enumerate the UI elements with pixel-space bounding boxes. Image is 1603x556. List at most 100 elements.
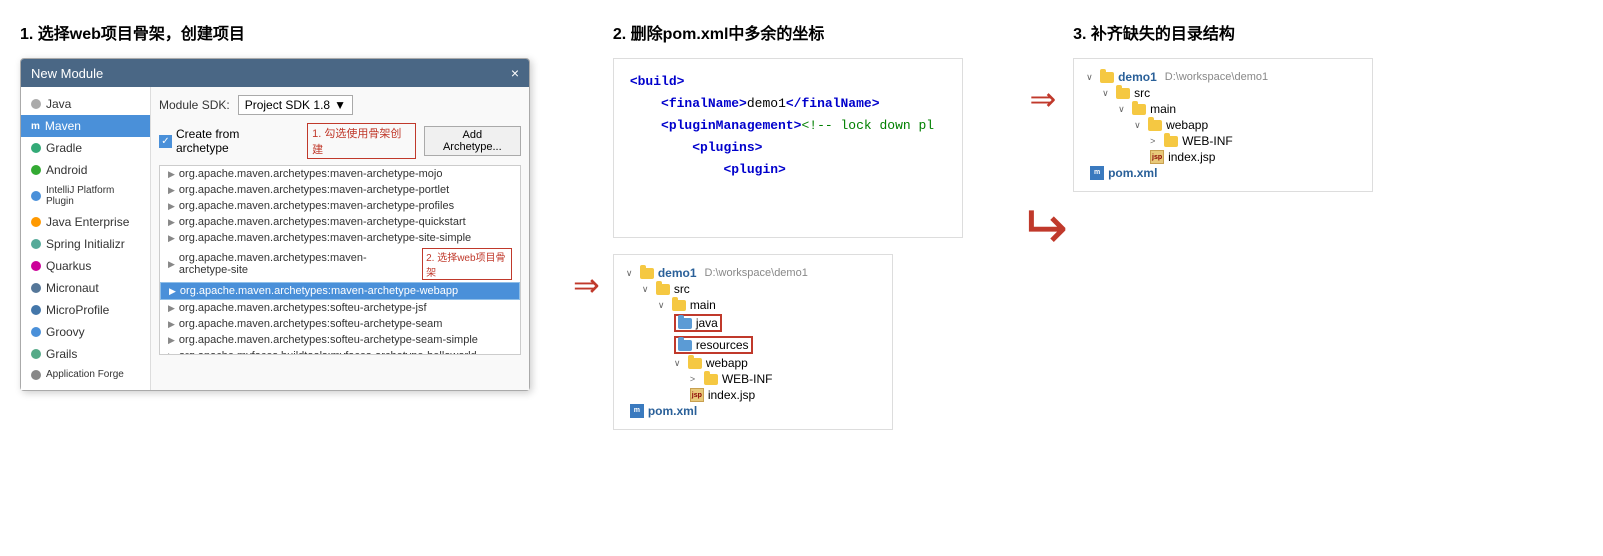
expand-icon: ▶ [168, 217, 175, 228]
tree2-webapp-label: webapp [706, 356, 748, 370]
sidebar-label-intellij: IntelliJ Platform Plugin [46, 185, 140, 207]
sidebar-item-gradle[interactable]: Gradle [21, 137, 150, 159]
tree2-root: ∨ demo1 D:\workspace\demo1 [626, 265, 880, 281]
sidebar-item-appforge[interactable]: Application Forge [21, 365, 150, 384]
archetype-label: org.apache.maven.archetypes:maven-archet… [179, 216, 466, 228]
archetype-item-site-simple[interactable]: ▶ org.apache.maven.archetypes:maven-arch… [160, 230, 520, 246]
folder-icon [704, 374, 718, 385]
sidebar-item-micronaut[interactable]: Micronaut [21, 277, 150, 299]
archetype-item-softeu-jsf[interactable]: ▶ org.apache.maven.archetypes:softeu-arc… [160, 300, 520, 316]
archetype-item-portlet[interactable]: ▶ org.apache.maven.archetypes:maven-arch… [160, 182, 520, 198]
micronaut-icon [31, 283, 41, 293]
sidebar-label-appforge: Application Forge [46, 369, 124, 380]
chevron-right-icon: > [690, 374, 700, 384]
xml-line-5: <plugin> [630, 159, 946, 181]
chevron-down-icon: ∨ [658, 300, 668, 311]
sidebar-item-quarkus[interactable]: Quarkus [21, 255, 150, 277]
sdk-label: Module SDK: [159, 98, 230, 112]
tree2-root-label: demo1 [658, 266, 697, 280]
create-from-archetype-checkbox[interactable]: Create from archetype [159, 127, 293, 155]
file-tree-2: ∨ demo1 D:\workspace\demo1 ∨ src ∨ main [613, 254, 893, 430]
folder-icon [1132, 104, 1146, 115]
close-icon[interactable]: × [511, 65, 519, 81]
tree1-root-path: D:\workspace\demo1 [1165, 71, 1268, 83]
tree1-indexjsp: jsp index.jsp [1086, 149, 1360, 165]
archetype-item-softeu-seam-simple[interactable]: ▶ org.apache.maven.archetypes:softeu-arc… [160, 332, 520, 348]
dialog-body: Java m Maven Gradle Android [21, 87, 529, 390]
folder-icon [640, 268, 654, 279]
spring-icon [31, 239, 41, 249]
checkbox-checked-icon [159, 135, 172, 148]
sidebar-item-java[interactable]: Java [21, 93, 150, 115]
sidebar-label-gradle: Gradle [46, 141, 82, 155]
groovy-icon [31, 327, 41, 337]
folder-icon [1164, 136, 1178, 147]
xml-code-block: <build> <finalName>demo1</finalName> <pl… [613, 58, 963, 238]
tree2-src: ∨ src [626, 281, 880, 297]
annotation1: 1. 勾选使用骨架创建 [307, 123, 416, 159]
folder-icon [656, 284, 670, 295]
archetype-item-site[interactable]: ▶ org.apache.maven.archetypes:maven-arch… [160, 246, 520, 282]
tree1-main-label: main [1150, 102, 1176, 116]
sidebar-label-microprofile: MicroProfile [46, 303, 109, 317]
add-archetype-button[interactable]: Add Archetype... [424, 126, 521, 156]
resources-highlighted-box: resources [674, 336, 753, 354]
archetype-item-profiles[interactable]: ▶ org.apache.maven.archetypes:maven-arch… [160, 198, 520, 214]
sidebar-item-spring[interactable]: Spring Initializr [21, 233, 150, 255]
section2: 2. 删除pom.xml中多余的坐标 <build> <finalName>de… [613, 20, 1013, 430]
java-icon [31, 99, 41, 109]
sidebar-label-quarkus: Quarkus [46, 259, 91, 273]
jsp-file-icon: jsp [1150, 150, 1164, 164]
tree2-main-label: main [690, 298, 716, 312]
tree1-src-label: src [1134, 86, 1150, 100]
archetype-item-softeu-seam[interactable]: ▶ org.apache.maven.archetypes:softeu-arc… [160, 316, 520, 332]
sidebar-item-groovy[interactable]: Groovy [21, 321, 150, 343]
quarkus-icon [31, 261, 41, 271]
sdk-value: Project SDK 1.8 [245, 98, 330, 112]
sidebar-item-android[interactable]: Android [21, 159, 150, 181]
archetype-item-webapp[interactable]: ▶ org.apache.maven.archetypes:maven-arch… [160, 282, 520, 300]
chevron-down-icon: ∨ [626, 268, 636, 279]
archetype-item-mojo[interactable]: ▶ org.apache.maven.archetypes:maven-arch… [160, 166, 520, 182]
arrow1-col: ⇒ [560, 20, 613, 430]
sidebar-label-spring: Spring Initializr [46, 237, 125, 251]
tree1-pomxml: m pom.xml [1086, 165, 1360, 181]
chevron-down-icon: ∨ [1102, 88, 1112, 99]
sidebar-label-java: Java [46, 97, 71, 111]
java-enterprise-icon [31, 217, 41, 227]
tree2-java: java [626, 313, 880, 333]
archetype-label: org.apache.maven.archetypes:softeu-arche… [179, 334, 478, 346]
maven-icon: m [31, 121, 40, 132]
android-icon [31, 165, 41, 175]
appforge-icon [31, 370, 41, 380]
tree2-pomxml: m pom.xml [626, 403, 880, 419]
tree2-java-label: java [696, 316, 718, 330]
checkbox-label: Create from archetype [176, 127, 293, 155]
dialog-title: New Module [31, 66, 103, 81]
microprofile-icon [31, 305, 41, 315]
expand-icon: ▶ [168, 259, 175, 270]
tree1-indexjsp-label: index.jsp [1168, 150, 1215, 164]
archetype-label: org.apache.maven.archetypes:maven-archet… [180, 285, 458, 297]
sidebar-item-grails[interactable]: Grails [21, 343, 150, 365]
tree2-resources-label: resources [696, 338, 749, 352]
folder-blue-icon [678, 340, 692, 351]
sidebar-item-microprofile[interactable]: MicroProfile [21, 299, 150, 321]
folder-icon [1116, 88, 1130, 99]
sidebar-item-intellij[interactable]: IntelliJ Platform Plugin [21, 181, 150, 211]
tree1-root-label: demo1 [1118, 70, 1157, 84]
archetype-item-quickstart[interactable]: ▶ org.apache.maven.archetypes:maven-arch… [160, 214, 520, 230]
expand-icon: ▶ [168, 233, 175, 244]
sdk-dropdown[interactable]: Project SDK 1.8 ▼ [238, 95, 353, 115]
xml-line-3: <pluginManagement><!-- lock down pl [630, 115, 946, 137]
sidebar-item-maven[interactable]: m Maven [21, 115, 150, 137]
archetype-item-myfaces-helloworld[interactable]: ▶ org.apache.myfaces.buildtools:myfaces-… [160, 348, 520, 355]
expand-icon: ▶ [168, 303, 175, 314]
sidebar-label-maven: Maven [45, 119, 81, 133]
grails-icon [31, 349, 41, 359]
intellij-icon [31, 191, 41, 201]
tree2-root-path: D:\workspace\demo1 [705, 267, 808, 279]
sidebar-item-java-enterprise[interactable]: Java Enterprise [21, 211, 150, 233]
folder-icon [672, 300, 686, 311]
archetype-label: org.apache.myfaces.buildtools:myfaces-ar… [179, 350, 477, 355]
